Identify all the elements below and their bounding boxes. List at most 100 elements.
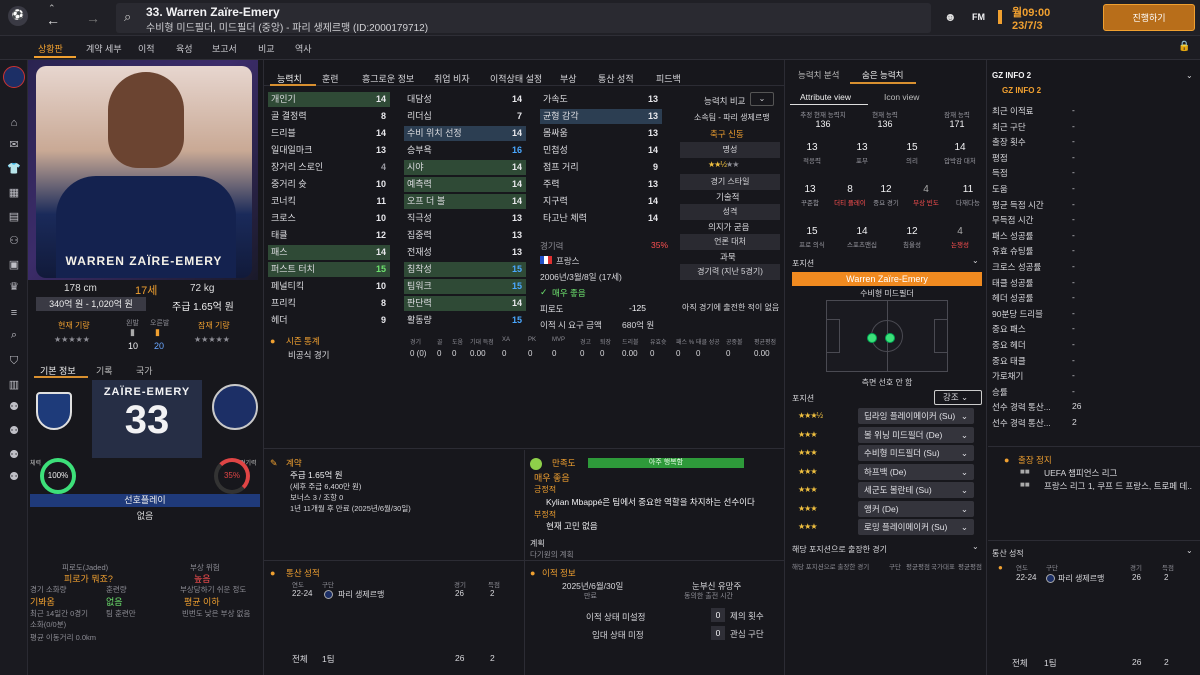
attribute-name: 침착성 [407, 264, 432, 274]
tab-record[interactable]: 기록 [96, 364, 113, 377]
youth-icon[interactable]: ⚉ [7, 424, 21, 438]
role-dropdown[interactable]: 앵커 (De) ⌄ [858, 500, 974, 517]
gz-career-total-label: 전체 [1012, 658, 1028, 668]
tactics-icon[interactable]: ▦ [7, 186, 21, 200]
gz-career-collapse-icon[interactable]: ⌄ [1186, 546, 1193, 555]
role-chevron-icon: ⌄ [960, 503, 968, 514]
tab-visa[interactable]: 취업 비자 [434, 72, 470, 85]
forward-icon[interactable]: → [86, 10, 100, 26]
tab-transfer-status[interactable]: 이적상태 설정 [490, 72, 542, 85]
attribute-name: 타고난 체력 [543, 213, 587, 223]
more-icon[interactable]: ⚉ [7, 470, 21, 484]
media-value: 과묵 [720, 252, 736, 262]
nav-transfer[interactable]: 이적 [138, 42, 155, 55]
squad-icon[interactable]: 👕 [7, 162, 21, 176]
tab-nation[interactable]: 국가 [136, 364, 153, 377]
hidden-attr-value: 13 [806, 142, 818, 153]
finance-icon[interactable]: ▥ [7, 378, 21, 392]
tab-career[interactable]: 통산 성적 [598, 72, 634, 85]
subtab-icon-view[interactable]: Icon view [884, 92, 919, 102]
tab-attribute-analysis[interactable]: 능력치 분석 [798, 69, 839, 81]
attribute-value: 13 [647, 111, 658, 121]
suspension-title[interactable]: 출장 정지 [1018, 454, 1052, 466]
data-icon[interactable]: ▤ [7, 210, 21, 224]
home-icon[interactable]: ⌂ [7, 116, 21, 130]
club-vision-icon[interactable]: ⚉ [7, 448, 21, 462]
attribute-name: 팀워크 [407, 281, 432, 291]
attribute-value: 11 [376, 196, 386, 206]
nav-compare[interactable]: 비교 [258, 42, 275, 55]
shield-icon[interactable]: ⛉ [7, 354, 21, 368]
notification-icon[interactable] [998, 10, 1002, 24]
position-collapse-icon[interactable]: ⌄ [972, 256, 979, 265]
nav-history[interactable]: 역사 [295, 42, 312, 55]
role-dropdown[interactable]: 세군도 볼란테 (Su) ⌄ [858, 482, 974, 498]
attribute-value: 15 [511, 315, 522, 325]
attribute-value: 15 [375, 264, 386, 274]
continue-button[interactable]: 진행하기 [1103, 4, 1195, 31]
season-stats-title[interactable]: 시즌 통계 [286, 335, 320, 347]
tab-feedback[interactable]: 피드백 [656, 72, 681, 85]
schedule-icon[interactable]: ▣ [7, 258, 21, 272]
scout-icon[interactable]: ⌕ [7, 328, 21, 342]
gz-row-label: 태클 성공률 [992, 277, 1034, 288]
hidden-attr-value: 14 [954, 142, 966, 153]
staff-icon[interactable]: ⚇ [7, 234, 21, 248]
tab-interesting[interactable]: 흥그로운 정보 [362, 72, 414, 85]
attribute-value: 14 [511, 94, 522, 104]
career-head-year: 연도 [292, 582, 304, 589]
inbox-icon[interactable]: ✉ [7, 138, 21, 152]
club-crest-icon[interactable] [3, 66, 25, 88]
tab-training[interactable]: 훈련 [322, 72, 339, 85]
tab-attributes-underline [270, 84, 316, 86]
logo-icon[interactable]: ⚽ [8, 6, 28, 26]
season-header: 태클 성공 [696, 340, 720, 346]
shirt-box: ZAÏRE-EMERY 33 [92, 380, 202, 458]
satisfaction-title[interactable]: 만족도 [552, 457, 575, 469]
contract-title[interactable]: 계약 [286, 457, 302, 469]
gz-career-club[interactable]: 파리 생제르맹 [1058, 573, 1104, 584]
fm-label[interactable]: FM [972, 12, 985, 22]
gz-row-label: 선수 경력 통산... [992, 402, 1051, 413]
back-icon[interactable]: ← [46, 12, 60, 28]
lock-icon[interactable]: 🔒 [1178, 41, 1190, 52]
hidden-attr-label: 스포츠맨십 [847, 242, 877, 249]
role-dropdown[interactable]: 로밍 플레이메이커 (Su) ⌄ [858, 519, 974, 535]
list-icon[interactable]: ≡ [7, 306, 21, 320]
nav-development[interactable]: 육성 [176, 42, 193, 55]
hidden-attr-label: 부상 빈도 [913, 200, 939, 207]
career-club[interactable]: 파리 생제르맹 [338, 589, 384, 600]
compare-dropdown[interactable]: ⌄ [750, 92, 774, 106]
role-dropdown[interactable]: 수비형 미드필더 (Su) ⌄ [858, 445, 974, 461]
transfer-info-title[interactable]: 이적 정보 [542, 567, 576, 579]
fitness-label: 체력 [30, 461, 42, 467]
france-crest-icon [36, 392, 72, 430]
search-field[interactable]: ⌕ 33. Warren Zaïre-Emery 수비형 미드필더, 미드필더 … [116, 3, 931, 34]
player-wage: 주급 1.65억 원 [172, 302, 234, 313]
role-dropdown[interactable]: 볼 위닝 미드필더 (De) ⌄ [858, 426, 974, 443]
role-dropdown[interactable]: 하프백 (De) ⌄ [858, 463, 974, 480]
sort-dropdown[interactable]: 강조 ⌄ [934, 390, 982, 405]
played-collapse-icon[interactable]: ⌄ [972, 542, 979, 551]
nav-contract[interactable]: 계약 세부 [86, 42, 122, 55]
search-icon[interactable]: ⌕ [124, 9, 131, 25]
nav-overview[interactable]: 상황판 [38, 42, 63, 55]
gz-link[interactable]: GZ INFO 2 [1002, 86, 1041, 95]
gz-row-label: 중요 패스 [992, 324, 1026, 335]
nav-reports[interactable]: 보고서 [212, 42, 237, 55]
tab-injury[interactable]: 부상 [560, 72, 577, 85]
tab-hidden-attributes[interactable]: 숨은 능력치 [862, 69, 903, 81]
manager-icon[interactable]: ☻ [944, 10, 957, 24]
attribute-name: 집중력 [407, 230, 432, 240]
attribute-value: 10 [375, 213, 386, 223]
trophy-icon[interactable]: ♛ [7, 280, 21, 294]
gz-panel-collapse-icon[interactable]: ⌄ [1186, 71, 1193, 80]
gz-row-value: - [1072, 120, 1075, 131]
satisfaction-icon [530, 458, 542, 470]
role-dropdown[interactable]: 딥라잉 플레이메이커 (Su) ⌄ [858, 408, 974, 424]
france-flag-icon [540, 256, 552, 264]
attribute-value: 13 [511, 213, 522, 223]
people-icon[interactable]: ⚉ [7, 400, 21, 414]
career-title[interactable]: 통산 성적 [286, 567, 320, 579]
subtab-attribute-view[interactable]: Attribute view [800, 92, 851, 102]
